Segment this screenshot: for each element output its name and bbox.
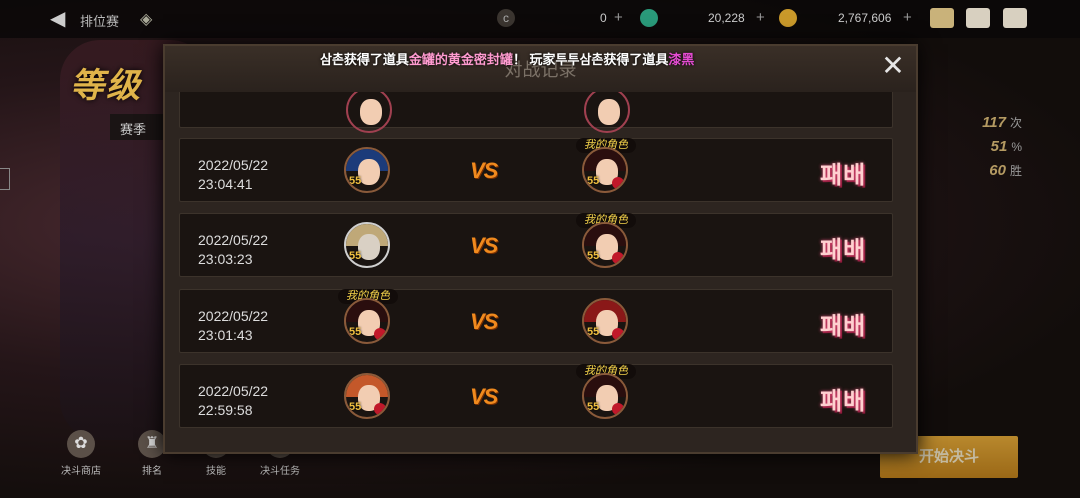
add-currency-c-button[interactable]: + [903,9,912,26]
player-avatar[interactable]: 55 [344,298,390,344]
vs-label: VS [470,309,498,334]
opponent-avatar[interactable]: 55 [344,147,390,193]
match-result: 패배 [820,236,867,264]
mail-icon[interactable] [966,8,990,28]
shop-icon: ✿ [67,430,95,458]
top-bar: ◀ 排位赛 ◈ c 0 + 20,228 + 2,767,606 + [0,0,1080,38]
opponent-avatar[interactable]: 55 [344,222,390,268]
mode-logo: 等级 [70,67,142,105]
stat-matches: 117 次 [982,114,1022,131]
chat-icon[interactable] [1003,8,1027,28]
currency-c-value: 2,767,606 [838,11,892,25]
table-row[interactable]: 2022/05/22 23:03:23 55 VS 我的角色 55 패배 [179,213,893,277]
table-row[interactable]: 2022/05/22 22:59:58 55 VS 我的角色 55 패배 [179,364,893,428]
close-icon[interactable]: ✕ [880,52,906,80]
battle-record-dialog: 对战记录 ✕ 2022/05/22 23:04:41 55 VS 我的角色 55 … [163,44,918,454]
player-avatar[interactable]: 55 [582,373,628,419]
match-datetime: 2022/05/22 23:04:41 [198,157,269,192]
opponent-avatar[interactable]: 55 [344,373,390,419]
vs-label: VS [470,158,498,183]
stat-winrate: 51% [990,138,1022,155]
system-announcement: 삼촌获得了道具金罐的黄金密封罐！ 玩家투투삼촌获得了道具漆黑 [320,52,695,67]
match-datetime: 2022/05/22 23:01:43 [198,308,269,343]
add-currency-b-button[interactable]: + [756,9,765,26]
match-datetime: 2022/05/22 22:59:58 [198,383,269,418]
table-row-partial [179,92,893,133]
gem-icon [640,9,658,27]
trophy-icon: ♜ [138,430,166,458]
currency-a-value: 0 [600,11,607,25]
vs-label: VS [470,233,498,258]
page-title: 排位赛 [80,14,120,29]
table-row[interactable]: 2022/05/22 23:04:41 55 VS 我的角色 55 패배 [179,138,893,202]
match-result: 패배 [820,161,867,189]
season-label: 赛季 [110,114,170,140]
side-tab[interactable] [0,168,10,190]
nav-duel-shop[interactable]: ✿ 决斗商店 [56,430,106,477]
vs-label: VS [470,384,498,409]
coin-icon: c [497,9,515,27]
add-currency-a-button[interactable]: + [614,9,623,26]
match-datetime: 2022/05/22 23:03:23 [198,232,269,267]
match-result: 패배 [820,387,867,415]
opponent-avatar[interactable]: 55 [582,298,628,344]
player-avatar[interactable]: 55 [582,222,628,268]
crown-icon[interactable] [930,8,954,28]
player-avatar [584,92,630,133]
rank-diamond-icon[interactable]: ◈ [140,9,160,29]
battle-record-list[interactable]: 2022/05/22 23:04:41 55 VS 我的角色 55 패배 2022… [179,92,893,434]
player-avatar[interactable]: 55 [582,147,628,193]
match-result: 패배 [820,312,867,340]
currency-b-value: 20,228 [708,11,745,25]
table-row[interactable]: 2022/05/22 23:01:43 我的角色 55 VS 55 패배 [179,289,893,353]
stat-wins: 60 胜 [989,162,1022,179]
opponent-avatar [346,92,392,133]
gold-icon [779,9,797,27]
back-arrow-icon[interactable]: ◀ [50,8,72,30]
